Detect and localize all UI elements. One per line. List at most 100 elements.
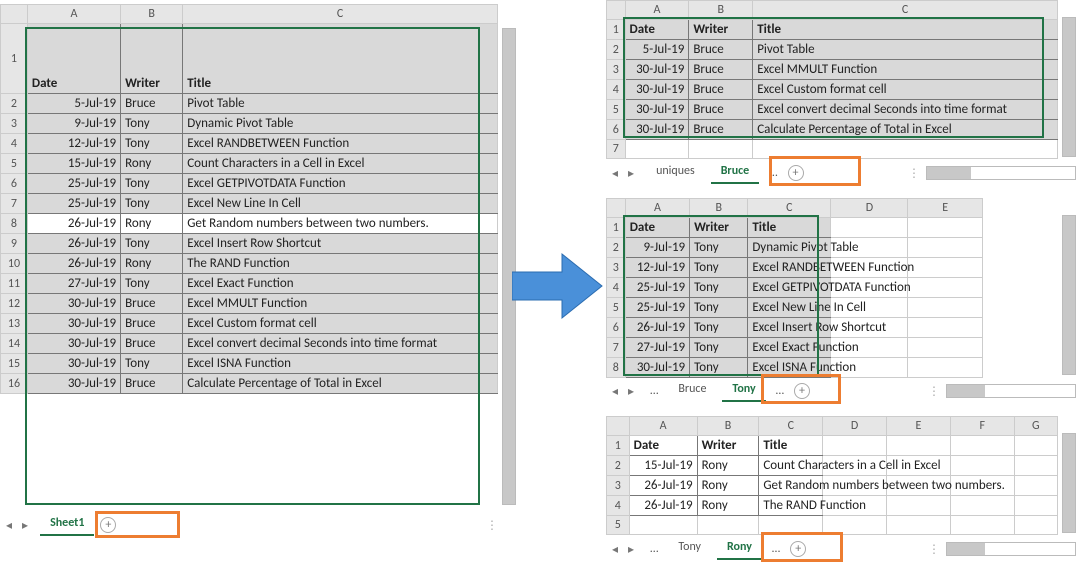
tab-nav-first-icon[interactable]: ◂ xyxy=(612,542,618,557)
row-header[interactable]: 8 xyxy=(1,214,28,234)
cell-title[interactable]: Excel Custom format cell xyxy=(753,80,1058,100)
col-header[interactable]: D xyxy=(831,199,908,218)
cell-date[interactable]: 5-Jul-19 xyxy=(625,40,689,60)
cell-title[interactable]: Calculate Percentage of Total in Excel xyxy=(183,374,498,394)
cell-title[interactable]: Excel RANDBETWEEN Function xyxy=(183,134,498,154)
cell-date[interactable]: 30-Jul-19 xyxy=(625,120,689,140)
cell-empty[interactable] xyxy=(908,258,983,278)
cell-date[interactable]: 15-Jul-19 xyxy=(27,154,120,174)
header-title[interactable]: Title xyxy=(183,24,498,94)
cell-writer[interactable]: Tony xyxy=(690,338,748,358)
rony-grid[interactable]: A B C D E F G 1 Date Writer Title 215-Ju… xyxy=(606,416,1058,535)
row-header[interactable]: 1 xyxy=(1,24,28,94)
tab-overflow-dots[interactable]: … xyxy=(768,542,784,556)
cell-date[interactable]: 30-Jul-19 xyxy=(625,60,689,80)
table-row[interactable]: 312-Jul-19TonyExcel RANDBETWEEN Function xyxy=(607,258,1058,278)
cell-title[interactable]: Excel GETPIVOTDATA Function xyxy=(183,174,498,194)
cell-writer[interactable]: Tony xyxy=(690,238,748,258)
cell-date[interactable]: 26-Jul-19 xyxy=(27,254,120,274)
cell-empty[interactable] xyxy=(908,278,983,298)
table-row[interactable]: 39-Jul-19TonyDynamic Pivot Table xyxy=(1,114,498,134)
horizontal-scrollbar[interactable] xyxy=(946,384,1076,398)
cell-title[interactable]: Pivot Table xyxy=(183,94,498,114)
horizontal-scrollbar[interactable] xyxy=(946,542,1076,556)
cell-date[interactable]: 27-Jul-19 xyxy=(625,338,689,358)
cell-writer[interactable]: Bruce xyxy=(121,94,183,114)
cell-empty[interactable] xyxy=(950,496,1014,516)
cell-title[interactable]: Excel GETPIVOTDATA Function xyxy=(748,278,831,298)
row-header[interactable]: 2 xyxy=(607,40,626,60)
table-row[interactable]: 727-Jul-19TonyExcel Exact Function xyxy=(607,338,1058,358)
col-header[interactable]: C xyxy=(753,1,1058,20)
tab-split-handle[interactable]: ⋮ xyxy=(908,166,920,181)
cell-title[interactable]: Excel convert decimal Seconds into time … xyxy=(183,334,498,354)
cell-writer[interactable]: Rony xyxy=(697,496,759,516)
cell-writer[interactable]: Rony xyxy=(121,254,183,274)
cell-title[interactable]: The RAND Function xyxy=(759,496,823,516)
table-row[interactable]: 830-Jul-19TonyExcel ISNA Function xyxy=(607,358,1058,378)
cell-title[interactable]: Excel New Line In Cell xyxy=(183,194,498,214)
cell-date[interactable]: 26-Jul-19 xyxy=(27,214,120,234)
cell-date[interactable]: 25-Jul-19 xyxy=(27,174,120,194)
new-sheet-button[interactable]: + xyxy=(100,517,116,533)
cell-writer[interactable]: Bruce xyxy=(689,100,753,120)
table-row[interactable]: 215-Jul-19RonyCount Characters in a Cell… xyxy=(607,456,1058,476)
table-row[interactable]: 1530-Jul-19TonyExcel ISNA Function xyxy=(1,354,498,374)
cell-title[interactable]: Excel convert decimal Seconds into time … xyxy=(753,100,1058,120)
row-header[interactable]: 8 xyxy=(607,358,626,378)
table-row[interactable]: 725-Jul-19TonyExcel New Line In Cell xyxy=(1,194,498,214)
cell-date[interactable]: 5-Jul-19 xyxy=(27,94,120,114)
sheet-tab-bruce[interactable]: Bruce xyxy=(668,380,716,402)
cell-writer[interactable]: Tony xyxy=(690,278,748,298)
cell-writer[interactable]: Bruce xyxy=(121,334,183,354)
table-row[interactable]: 926-Jul-19TonyExcel Insert Row Shortcut xyxy=(1,234,498,254)
cell-writer[interactable]: Bruce xyxy=(689,60,753,80)
row-header[interactable]: 11 xyxy=(1,274,28,294)
cell-writer[interactable]: Rony xyxy=(121,214,183,234)
col-header[interactable]: A xyxy=(625,1,689,20)
vertical-scrollbar[interactable] xyxy=(1062,17,1076,157)
col-header[interactable]: C xyxy=(183,5,498,24)
sheet-tab-sheet1[interactable]: Sheet1 xyxy=(40,514,94,536)
table-row[interactable]: 25-Jul-19BrucePivot Table xyxy=(607,40,1058,60)
col-header[interactable]: D xyxy=(823,417,887,436)
row-header[interactable]: 7 xyxy=(607,338,626,358)
cell-date[interactable]: 30-Jul-19 xyxy=(27,314,120,334)
cell-date[interactable]: 30-Jul-19 xyxy=(27,374,120,394)
header-writer[interactable]: Writer xyxy=(697,436,759,456)
table-row[interactable]: 426-Jul-19RonyThe RAND Function xyxy=(607,496,1058,516)
cell-date[interactable]: 9-Jul-19 xyxy=(625,238,689,258)
cell-title[interactable]: Excel ISNA Function xyxy=(748,358,831,378)
row-header[interactable]: 3 xyxy=(607,258,626,278)
column-header-row[interactable]: A B C xyxy=(1,5,498,24)
header-title[interactable]: Title xyxy=(748,218,831,238)
cell-writer[interactable]: Rony xyxy=(697,476,759,496)
cell-writer[interactable]: Tony xyxy=(121,234,183,254)
col-header[interactable]: C xyxy=(748,199,831,218)
row-header[interactable]: 16 xyxy=(1,374,28,394)
column-header-row[interactable]: A B C D E F G xyxy=(607,417,1058,436)
cell-writer[interactable]: Tony xyxy=(121,194,183,214)
vertical-scrollbar[interactable] xyxy=(1062,215,1076,375)
col-header[interactable]: E xyxy=(887,417,951,436)
tab-split-handle[interactable]: ⋮ xyxy=(486,518,498,533)
table-row[interactable]: 1026-Jul-19RonyThe RAND Function xyxy=(1,254,498,274)
sheet-tab-rony[interactable]: Rony xyxy=(717,538,762,560)
col-header[interactable]: B xyxy=(689,1,753,20)
empty-row[interactable]: 7 xyxy=(607,140,1058,159)
header-writer[interactable]: Writer xyxy=(690,218,748,238)
col-header[interactable]: A xyxy=(629,417,697,436)
cell-writer[interactable]: Bruce xyxy=(689,80,753,100)
table-row[interactable]: 326-Jul-19RonyGet Random numbers between… xyxy=(607,476,1058,496)
tab-nav-prev-icon[interactable]: ▸ xyxy=(628,166,634,181)
table-row[interactable]: 530-Jul-19BruceExcel convert decimal Sec… xyxy=(607,100,1058,120)
row-header[interactable]: 1 xyxy=(607,20,626,40)
row-header[interactable]: 4 xyxy=(607,496,630,516)
cell-date[interactable]: 12-Jul-19 xyxy=(27,134,120,154)
cell-title[interactable]: Excel MMULT Function xyxy=(753,60,1058,80)
row-header[interactable]: 3 xyxy=(607,476,630,496)
cell-empty[interactable] xyxy=(908,338,983,358)
cell-title[interactable]: Excel Custom format cell xyxy=(183,314,498,334)
cell-writer[interactable]: Tony xyxy=(121,354,183,374)
cell-date[interactable]: 30-Jul-19 xyxy=(625,80,689,100)
